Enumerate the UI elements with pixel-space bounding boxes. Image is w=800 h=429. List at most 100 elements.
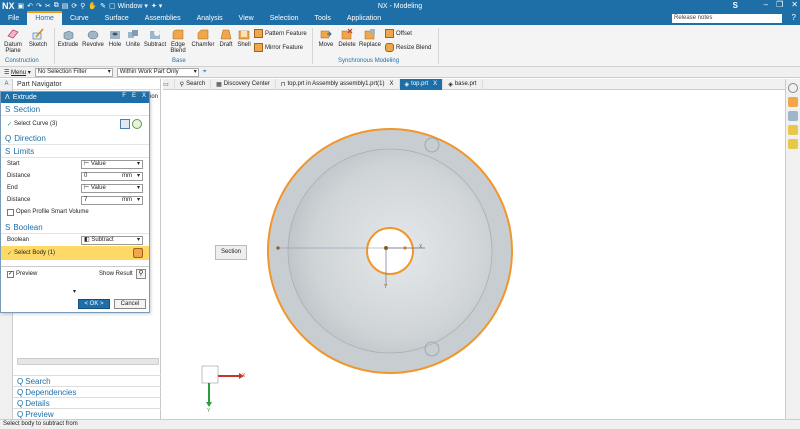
open-profile-checkbox[interactable]	[7, 208, 14, 216]
section-group-header[interactable]: S Section	[1, 103, 149, 116]
delete-button[interactable]: Delete	[336, 28, 358, 48]
end-dropdown[interactable]: ⊢ Value ▾	[81, 183, 143, 193]
chamfer-button[interactable]: Chamfer	[190, 28, 216, 48]
pattern-feature-button[interactable]: Pattern Feature	[254, 29, 307, 38]
undo-icon[interactable]: ↶	[27, 2, 33, 10]
graphics-viewport[interactable]: Section X Y X Y	[163, 90, 785, 419]
copy-icon[interactable]: ⧉	[54, 2, 59, 10]
move-button[interactable]: Move	[316, 28, 336, 48]
horizontal-scrollbar[interactable]	[17, 358, 159, 365]
solid-body-icon[interactable]	[133, 248, 143, 258]
customize-icon[interactable]: ✦ ▾	[151, 2, 162, 10]
menu-application[interactable]: Application	[339, 13, 389, 25]
menu-view[interactable]: View	[231, 13, 262, 25]
resize-blend-button[interactable]: Resize Blend	[385, 43, 431, 52]
offset-button[interactable]: Offset	[385, 29, 412, 38]
save-icon[interactable]: ▣	[18, 2, 25, 10]
history-icon[interactable]	[788, 111, 798, 121]
part-navigator-tab-icon[interactable]: A	[1, 81, 12, 90]
revolve-button[interactable]: Revolve	[81, 28, 105, 48]
selection-scope-dropdown[interactable]: Within Work Part Only	[116, 67, 199, 77]
tab-menu-icon[interactable]: ▭	[163, 78, 175, 90]
menu-surface[interactable]: Surface	[97, 13, 137, 25]
menu-selection[interactable]: Selection	[262, 13, 307, 25]
selection-filter-dropdown[interactable]: No Selection Filter	[34, 67, 113, 77]
limits-group-header[interactable]: S Limits	[1, 145, 149, 158]
window-menu[interactable]: ▢ Window ▾	[109, 2, 148, 10]
right-toolbar	[785, 79, 800, 419]
replace-button[interactable]: Replace	[358, 28, 382, 48]
snap-icon[interactable]: ⌖	[203, 68, 207, 76]
section-callout-label[interactable]: Section	[215, 245, 247, 260]
center-hole-edge[interactable]	[366, 227, 414, 275]
paste-icon[interactable]: ▤	[62, 2, 69, 10]
menu-assemblies[interactable]: Assemblies	[137, 13, 189, 25]
start-dropdown[interactable]: ⊢ Value ▾	[81, 159, 143, 169]
start-distance-input[interactable]: 0 mm ▾	[81, 171, 143, 181]
section-point[interactable]	[276, 246, 280, 250]
help-icon[interactable]: ?	[792, 13, 796, 22]
command-finder-icon[interactable]: ✎	[100, 2, 106, 10]
menu-file[interactable]: File	[0, 13, 27, 25]
extrude-button[interactable]: Extrude	[57, 28, 79, 48]
select-curve-row[interactable]: ✓ Select Curve (3)	[1, 116, 149, 132]
dialog-settings-button[interactable]: E	[132, 93, 136, 99]
shell-button[interactable]: Shell	[235, 28, 253, 48]
menu-home[interactable]: Home	[27, 11, 62, 25]
unite-button[interactable]: Unite	[124, 28, 142, 48]
mirror-feature-button[interactable]: Mirror Feature	[254, 43, 303, 52]
ok-button[interactable]: < OK >	[78, 299, 110, 309]
boolean-group-header[interactable]: S Boolean	[1, 221, 149, 234]
draft-button[interactable]: Draft	[217, 28, 235, 48]
open-profile-row[interactable]: Open Profile Smart Volume	[1, 206, 149, 218]
sketch-section-icon[interactable]	[120, 119, 130, 129]
cut-icon[interactable]: ✂	[45, 2, 51, 10]
restore-icon[interactable]: ❐	[776, 0, 783, 9]
sketch-button[interactable]: Sketch	[28, 28, 48, 48]
dialog-collapse-icon[interactable]: Λ	[5, 94, 10, 101]
curve-icon[interactable]	[132, 119, 142, 129]
minimize-icon[interactable]: –	[764, 0, 768, 9]
hole-button[interactable]: Hole	[107, 28, 123, 48]
tab-discovery-center[interactable]: ▦ Discovery Center	[211, 78, 276, 90]
show-result-button[interactable]: ⚲	[136, 269, 146, 279]
repeat-icon[interactable]: ⟳	[71, 2, 77, 10]
tab-search[interactable]: ⚲ Search	[175, 78, 212, 90]
direction-group-header[interactable]: Q Direction	[1, 132, 149, 145]
cancel-button[interactable]: Cancel	[114, 299, 146, 309]
boolean-dropdown[interactable]: ◧ Subtract ▾	[81, 235, 143, 245]
edge-blend-button[interactable]: Edge Blend	[168, 28, 188, 54]
menu-tools[interactable]: Tools	[307, 13, 339, 25]
dependencies-panel-toggle[interactable]: Q Dependencies	[13, 386, 161, 397]
subtract-button[interactable]: Subtract	[143, 28, 167, 48]
touch-icon[interactable]: ✋	[88, 2, 97, 10]
pin-icon[interactable]: ⚲	[80, 2, 85, 10]
model-canvas[interactable]	[163, 90, 785, 419]
tab-close-button[interactable]: X	[433, 81, 437, 87]
preview-checkbox[interactable]: ✓	[7, 270, 14, 278]
dialog-close-button[interactable]: X	[142, 93, 146, 99]
dialog-reset-button[interactable]: F	[122, 93, 126, 99]
redo-icon[interactable]: ↷	[36, 2, 42, 10]
play-icon[interactable]	[788, 83, 798, 93]
search-panel-toggle[interactable]: Q Search	[13, 375, 161, 386]
search-input[interactable]: Release notes	[672, 14, 782, 23]
menu-button[interactable]: ☰ Menu ▾	[4, 69, 31, 76]
roles-icon[interactable]	[788, 97, 798, 107]
tab-close-button[interactable]: X	[390, 81, 394, 87]
tab-top-in-assembly[interactable]: ⊓ top.prt in Assembly assembly1.prt(1) X	[276, 78, 400, 90]
preview-panel-toggle[interactable]: Q Preview	[13, 408, 161, 419]
csys-origin[interactable]	[384, 246, 388, 250]
menu-curve[interactable]: Curve	[62, 13, 97, 25]
details-panel-toggle[interactable]: Q Details	[13, 397, 161, 408]
tab-top-prt[interactable]: ◈ top.prt X	[399, 78, 444, 90]
palette-icon[interactable]	[788, 125, 798, 135]
select-body-row[interactable]: ✓ Select Body (1)	[1, 246, 149, 260]
close-icon[interactable]: ✕	[791, 0, 798, 9]
web-browser-icon[interactable]	[788, 139, 798, 149]
tab-base-prt[interactable]: ◈ base.prt	[443, 78, 483, 90]
more-options-icon[interactable]: ▾	[73, 288, 76, 295]
datum-plane-button[interactable]: Datum Plane	[3, 28, 23, 54]
menu-analysis[interactable]: Analysis	[189, 13, 231, 25]
end-distance-input[interactable]: 7 mm ▾	[81, 195, 143, 205]
